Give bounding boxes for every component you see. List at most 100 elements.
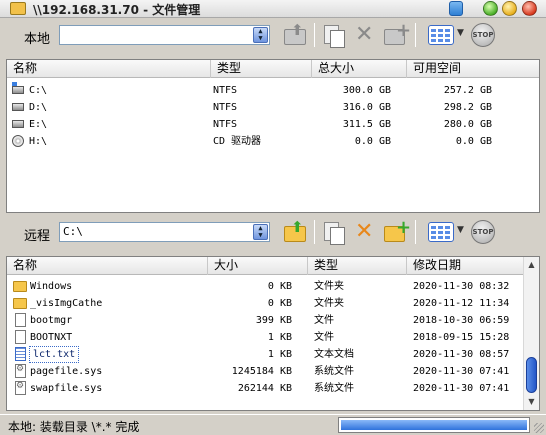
stop-icon[interactable]: STOP xyxy=(471,23,495,47)
local-file-list[interactable]: 名称 类型 总大小 可用空间 C:\ NTFS 300.0 GB 257.2 G… xyxy=(6,59,540,213)
progress-fill xyxy=(341,420,527,430)
scroll-up-icon[interactable]: ▲ xyxy=(524,257,539,273)
view-mode-icon[interactable] xyxy=(428,25,454,45)
system-drive-icon xyxy=(12,82,24,94)
drive-icon xyxy=(12,120,24,128)
scrollbar-thumb[interactable] xyxy=(526,357,537,393)
folder-up-icon[interactable] xyxy=(280,21,308,49)
column-header-total[interactable]: 总大小 xyxy=(312,60,407,78)
file-name: Windows xyxy=(30,281,73,292)
new-folder-icon[interactable] xyxy=(381,217,411,246)
local-toolbar: 本地 ▲▼ ▼ STOP xyxy=(0,18,546,56)
drive-type: NTFS xyxy=(213,85,238,96)
maximize-button[interactable] xyxy=(483,1,498,16)
column-header-modified[interactable]: 修改日期 xyxy=(407,257,525,275)
delete-icon[interactable] xyxy=(350,218,378,246)
column-header-free[interactable]: 可用空间 xyxy=(407,60,539,78)
drive-icon xyxy=(12,103,24,111)
file-type: 文件 xyxy=(314,332,334,343)
file-size: 399 KB xyxy=(255,315,292,326)
chevron-updown-icon[interactable]: ▲ ▼ xyxy=(253,224,268,240)
file-row[interactable]: pagefile.sys 1245184 KB 系统文件 2020-11-30 … xyxy=(7,363,525,380)
close-button[interactable] xyxy=(522,1,537,16)
file-date: 2020-11-30 07:41 xyxy=(413,383,510,394)
file-date: 2020-11-12 11:34 xyxy=(413,298,510,309)
drive-row[interactable]: E:\ NTFS 311.5 GB 280.0 GB xyxy=(7,116,539,133)
drive-type: CD 驱动器 xyxy=(213,136,262,147)
file-row[interactable]: swapfile.sys 262144 KB 系统文件 2020-11-30 0… xyxy=(7,380,525,397)
file-date: 2018-10-30 06:59 xyxy=(413,315,510,326)
remote-toolbar: 远程 C:\ ▲▼ ▼ STOP xyxy=(0,215,546,253)
column-header-type[interactable]: 类型 xyxy=(211,60,312,78)
file-type: 文件夹 xyxy=(314,298,344,309)
file-row[interactable]: _visImgCathe 0 KB 文件夹 2020-11-12 11:34 xyxy=(7,295,525,312)
file-row[interactable]: Windows 0 KB 文件夹 2020-11-30 08:32 xyxy=(7,278,525,295)
file-date: 2018-09-15 15:28 xyxy=(413,332,510,343)
drive-free: 298.2 GB xyxy=(443,102,492,113)
local-path-select[interactable]: ▲ ▼ xyxy=(59,25,270,45)
copy-icon[interactable] xyxy=(319,21,347,49)
view-mode-icon[interactable] xyxy=(428,222,454,242)
folder-up-icon[interactable] xyxy=(280,218,308,246)
drive-total: 311.5 GB xyxy=(342,119,391,130)
column-header-name[interactable]: 名称 xyxy=(7,257,208,275)
file-name: swapfile.sys xyxy=(30,383,103,394)
chevron-down-icon[interactable]: ▼ xyxy=(457,225,464,235)
drive-name: D:\ xyxy=(29,102,48,113)
remote-path-select[interactable]: C:\ ▲ ▼ xyxy=(59,222,270,242)
file-type: 文件 xyxy=(314,315,334,326)
file-name: pagefile.sys xyxy=(30,366,103,377)
file-size: 1 KB xyxy=(267,349,292,360)
file-type: 系统文件 xyxy=(314,383,354,394)
column-header-type[interactable]: 类型 xyxy=(308,257,407,275)
file-icon xyxy=(15,330,26,344)
resize-grip-icon[interactable] xyxy=(534,423,544,433)
file-size: 262144 KB xyxy=(237,383,292,394)
delete-icon[interactable] xyxy=(350,21,378,49)
file-row[interactable]: BOOTNXT 1 KB 文件 2018-09-15 15:28 xyxy=(7,329,525,346)
chevron-updown-icon[interactable]: ▲ ▼ xyxy=(253,27,268,43)
file-row-selected[interactable]: lct.txt 1 KB 文本文档 2020-11-30 08:57 xyxy=(7,346,525,363)
drive-name: E:\ xyxy=(29,119,48,130)
file-name: BOOTNXT xyxy=(30,332,73,343)
column-header-name[interactable]: 名称 xyxy=(7,60,211,78)
system-file-icon xyxy=(15,364,26,378)
text-file-icon xyxy=(15,347,26,361)
app-folder-icon xyxy=(10,2,26,15)
drive-total: 0.0 GB xyxy=(354,136,391,147)
drive-row[interactable]: D:\ NTFS 316.0 GB 298.2 GB xyxy=(7,99,539,116)
vertical-scrollbar[interactable]: ▲ ▼ xyxy=(523,257,539,410)
drive-name: H:\ xyxy=(29,136,48,147)
chevron-down-icon[interactable]: ▼ xyxy=(457,28,464,38)
new-folder-icon[interactable] xyxy=(381,20,411,49)
title-bar: \\192.168.31.70 - 文件管理 xyxy=(0,0,546,18)
system-file-icon xyxy=(15,381,26,395)
file-date: 2020-11-30 08:57 xyxy=(413,349,510,360)
file-size: 1245184 KB xyxy=(231,366,292,377)
column-header-size[interactable]: 大小 xyxy=(208,257,308,275)
drive-free: 257.2 GB xyxy=(443,85,492,96)
drive-total: 300.0 GB xyxy=(342,85,391,96)
pin-icon[interactable] xyxy=(449,1,463,16)
drive-free: 0.0 GB xyxy=(455,136,492,147)
drive-row[interactable]: C:\ NTFS 300.0 GB 257.2 GB xyxy=(7,82,539,99)
file-date: 2020-11-30 08:32 xyxy=(413,281,510,292)
file-icon xyxy=(15,313,26,327)
file-name: _visImgCathe xyxy=(30,298,103,309)
file-size: 0 KB xyxy=(267,281,292,292)
local-label: 本地 xyxy=(24,32,51,47)
remote-list-header: 名称 大小 类型 修改日期 xyxy=(7,257,525,275)
local-list-header: 名称 类型 总大小 可用空间 xyxy=(7,60,539,78)
remote-label: 远程 xyxy=(24,229,51,244)
scroll-down-icon[interactable]: ▼ xyxy=(524,394,539,410)
copy-icon[interactable] xyxy=(319,218,347,246)
stop-icon[interactable]: STOP xyxy=(471,220,495,244)
file-type: 文件夹 xyxy=(314,281,344,292)
minimize-button[interactable] xyxy=(502,1,517,16)
drive-row[interactable]: H:\ CD 驱动器 0.0 GB 0.0 GB xyxy=(7,133,539,150)
file-name: bootmgr xyxy=(30,315,73,326)
file-row[interactable]: bootmgr 399 KB 文件 2018-10-30 06:59 xyxy=(7,312,525,329)
remote-file-list[interactable]: 名称 大小 类型 修改日期 Windows 0 KB 文件夹 2020-11-3… xyxy=(6,256,540,411)
status-bar: 本地: 装载目录 \*.* 完成 xyxy=(0,414,546,435)
file-type: 文本文档 xyxy=(314,349,354,360)
